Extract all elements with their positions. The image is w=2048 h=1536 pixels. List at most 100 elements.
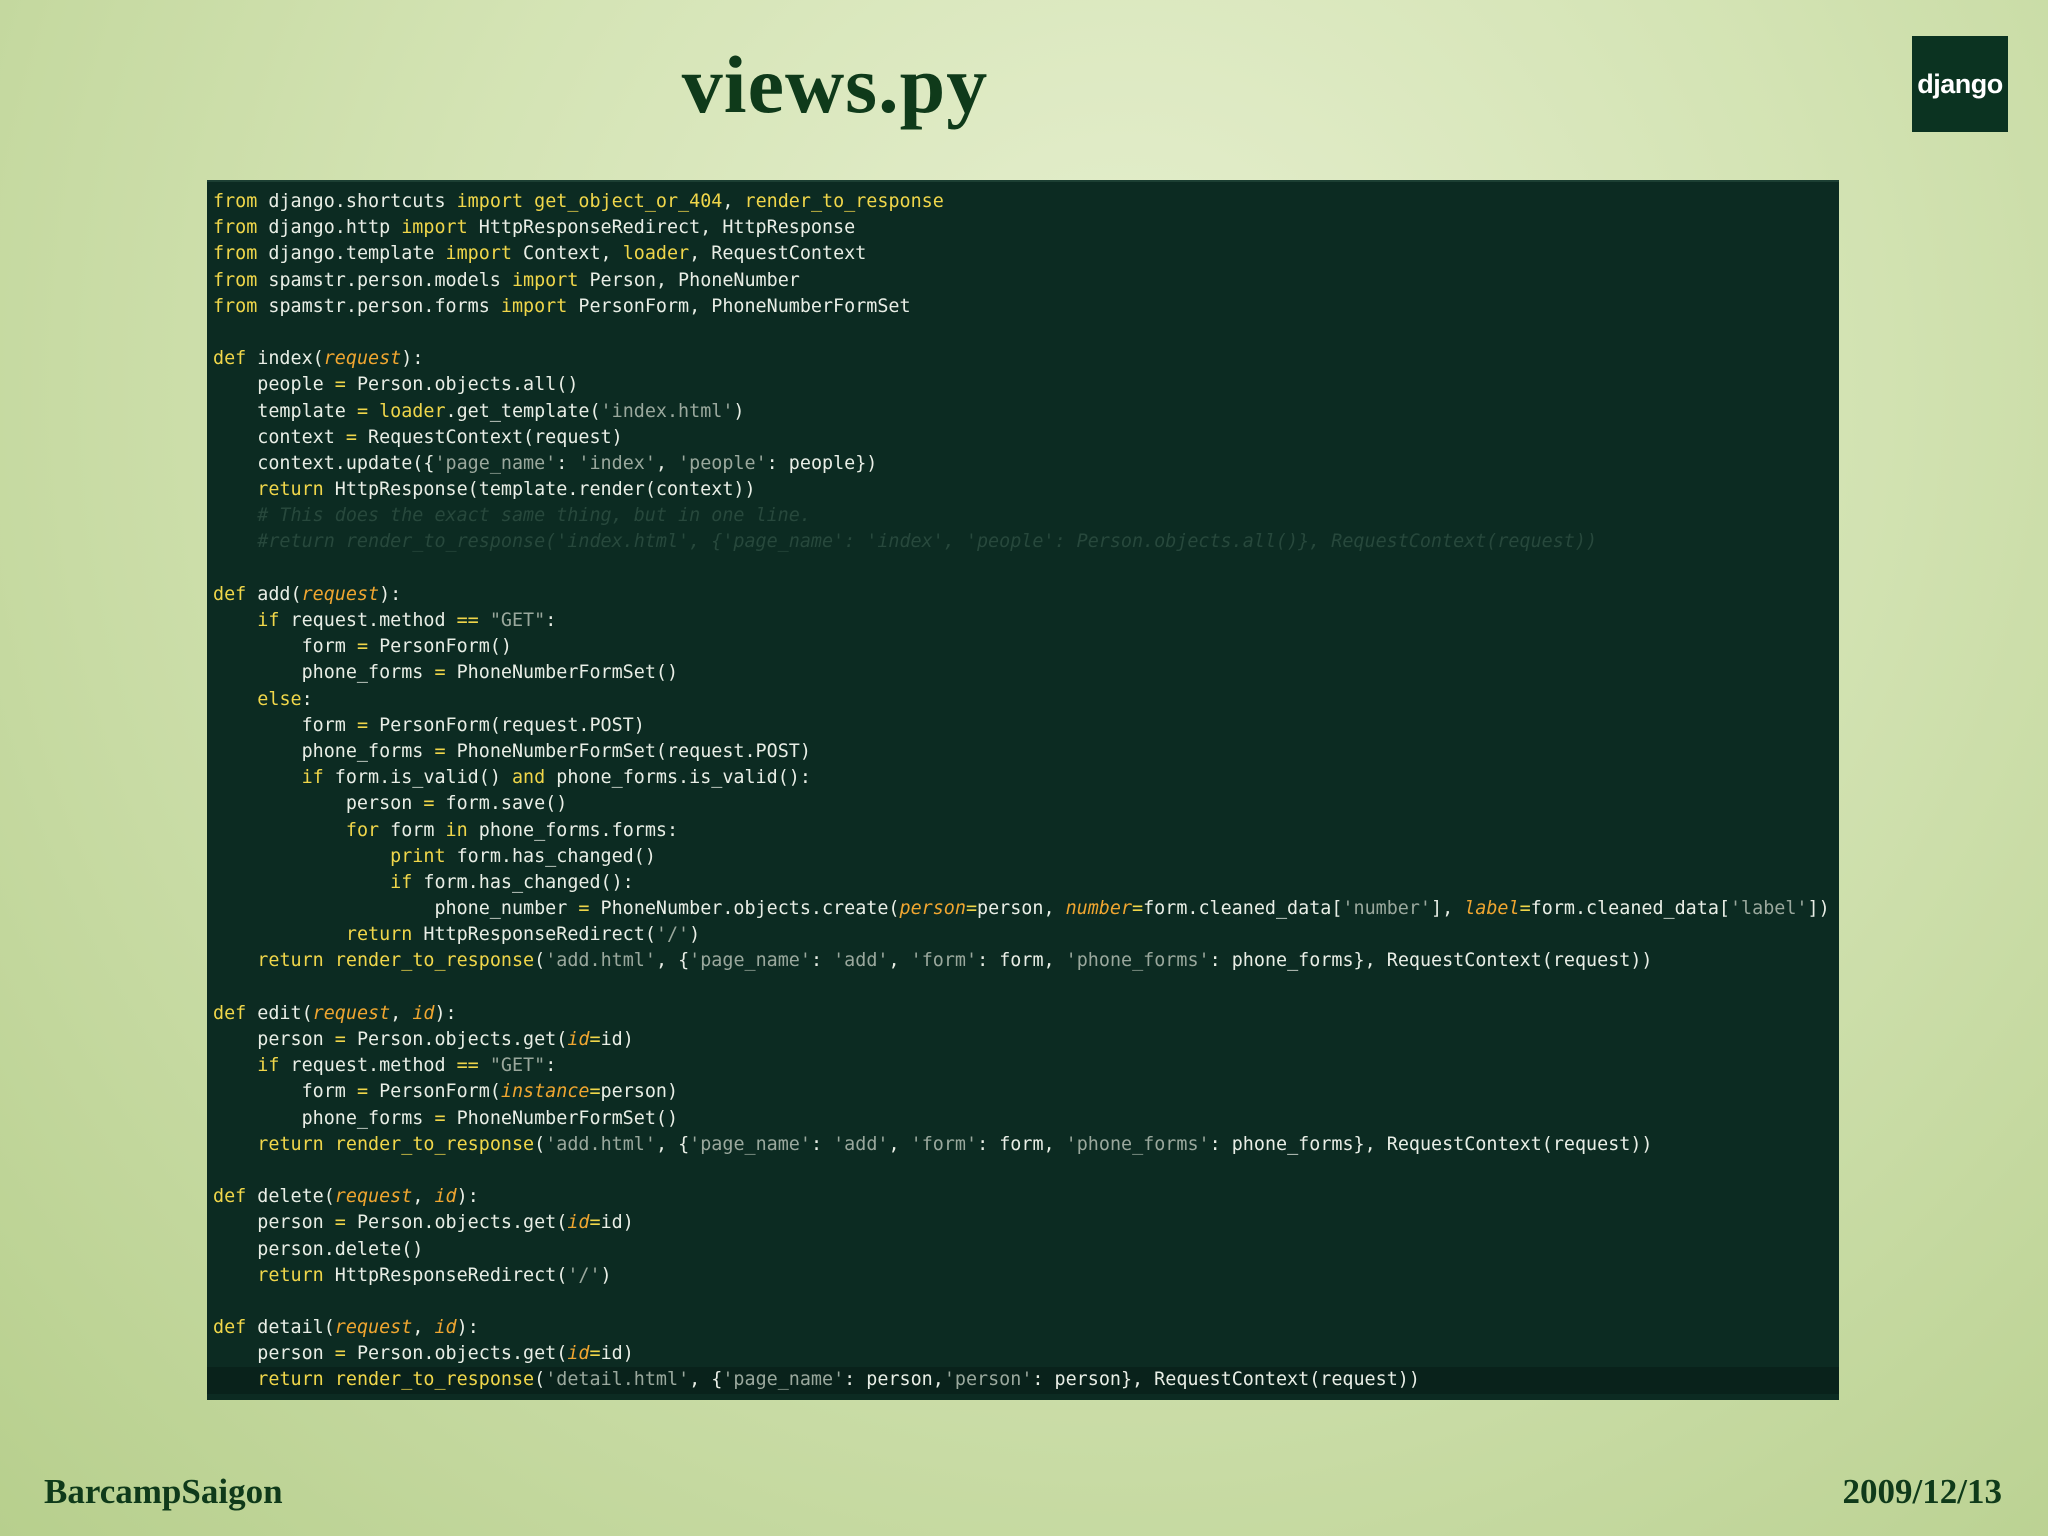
code-block: from django.shortcuts import get_object_… (207, 189, 1839, 1394)
code-line: return render_to_response('add.html', {'… (213, 1132, 1833, 1158)
code-line: person = Person.objects.get(id=id) (213, 1027, 1833, 1053)
code-token: 'form' (910, 950, 978, 972)
code-line: print form.has_changed() (213, 844, 1833, 870)
code-token: phone_forms (213, 1107, 435, 1129)
code-token: 'add.html' (545, 950, 656, 972)
code-line: form = PersonForm() (213, 634, 1833, 660)
code-token: 'index' (578, 452, 656, 474)
code-token: person (213, 1212, 335, 1234)
code-token: : person, (844, 1369, 944, 1391)
code-line: def add(request): (213, 582, 1833, 608)
code-token: PersonForm(request.POST) (368, 714, 645, 736)
code-line: context = RequestContext(request) (213, 425, 1833, 451)
code-token: def (213, 1002, 247, 1024)
code-token: from (213, 217, 258, 239)
code-token: form.has_changed(): (412, 871, 634, 893)
code-token: form.is_valid() (323, 767, 512, 789)
code-token: return (257, 1369, 324, 1391)
code-token: request (334, 1186, 413, 1208)
code-token: form (213, 636, 357, 658)
code-token: Person.objects.get( (345, 1212, 568, 1234)
code-token: , (722, 191, 745, 212)
code-token: , (412, 1317, 435, 1339)
code-token: if (257, 610, 280, 631)
code-token: request.method (279, 610, 457, 631)
code-token: 'index.html' (600, 400, 734, 422)
code-token: ( (534, 1133, 546, 1155)
code-token: people (213, 374, 335, 396)
code-line: # This does the exact same thing, but in… (213, 503, 1833, 529)
code-token: from (213, 269, 258, 291)
code-token: render_to_response (334, 950, 535, 972)
code-line: #return render_to_response('index.html',… (213, 529, 1833, 555)
code-token: form (379, 819, 446, 841)
code-token: PersonForm, PhoneNumberFormSet (567, 295, 911, 317)
code-token: ): (401, 348, 424, 370)
code-token: number (1065, 898, 1133, 920)
code-token: instance (500, 1081, 590, 1103)
code-token: 'phone_forms' (1065, 950, 1210, 972)
code-token: 'detail.html' (545, 1369, 690, 1391)
code-token: = (334, 374, 346, 396)
code-token: Person.objects.all() (345, 374, 579, 396)
code-token: request (312, 1002, 391, 1024)
code-token: ]) (1807, 898, 1830, 920)
code-line: phone_forms = PhoneNumberFormSet(request… (213, 739, 1833, 765)
code-token: form.save() (434, 793, 568, 815)
code-token: PhoneNumberFormSet(request.POST) (445, 740, 811, 762)
code-token: from (213, 191, 258, 212)
code-token: request (301, 583, 380, 605)
code-token: id) (600, 1029, 634, 1050)
code-token: return (257, 479, 324, 501)
code-token: : phone_forms}, RequestContext(request)) (1209, 950, 1653, 972)
code-token: PhoneNumberFormSet() (445, 1107, 679, 1129)
code-line: phone_number = PhoneNumber.objects.creat… (213, 896, 1833, 922)
code-token: = (356, 636, 369, 658)
code-token: if (301, 767, 324, 789)
code-token: 'person' (943, 1369, 1033, 1391)
code-token: : (810, 950, 834, 972)
code-token: Person.objects.get( (345, 1029, 568, 1050)
code-token: context (213, 426, 346, 448)
code-line: from spamstr.person.forms import PersonF… (213, 294, 1833, 320)
code-line: people = Person.objects.all() (213, 372, 1833, 398)
code-line: if request.method == "GET": (213, 1053, 1833, 1079)
code-token: ) (733, 400, 745, 422)
code-token: : (545, 1055, 557, 1077)
code-token: Person, PhoneNumber (578, 269, 800, 291)
code-token: form.cleaned_data[ (1530, 898, 1730, 920)
code-token: : (545, 610, 557, 631)
code-token: django.shortcuts (257, 191, 457, 212)
code-token: # This does the exact same thing, but in… (213, 505, 811, 527)
code-token: template (213, 400, 357, 422)
code-token: from (213, 295, 258, 317)
code-token: 'page_name' (434, 452, 557, 474)
code-token: = (356, 400, 369, 422)
code-token: request (334, 1317, 413, 1339)
code-token: person, (977, 898, 1066, 920)
code-token: phone_forms.is_valid(): (545, 767, 811, 789)
code-token: 'add' (833, 950, 889, 972)
code-token: edit( (246, 1002, 313, 1024)
code-token: form.cleaned_data[ (1143, 898, 1343, 920)
code-line: template = loader.get_template('index.ht… (213, 399, 1833, 425)
code-token: in (445, 819, 468, 841)
code-token: def (213, 1186, 247, 1208)
code-token: = (589, 1029, 601, 1050)
code-token: HttpResponseRedirect, HttpResponse (467, 217, 856, 239)
code-token: = (434, 740, 446, 762)
code-token: 'add' (833, 1133, 889, 1155)
code-token: ): (456, 1317, 479, 1339)
code-token: = (356, 714, 369, 736)
slide-title: views.py (681, 39, 989, 130)
code-token: : (301, 688, 313, 710)
